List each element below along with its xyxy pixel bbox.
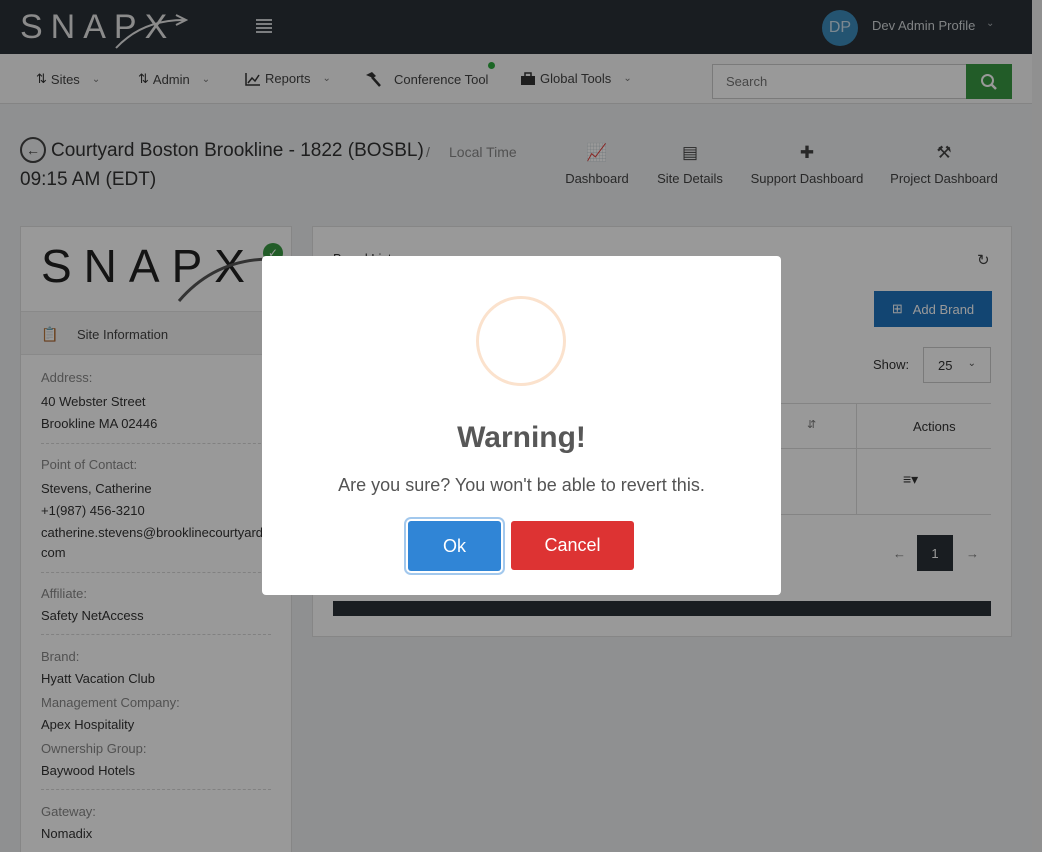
dialog-title: Warning! — [457, 421, 586, 454]
ok-button[interactable]: Ok — [408, 521, 501, 571]
dialog-message: Are you sure? You won't be able to rever… — [338, 475, 705, 495]
confirm-dialog: Warning! Are you sure? You won't be able… — [262, 256, 781, 595]
warning-icon — [476, 296, 566, 386]
cancel-button[interactable]: Cancel — [511, 521, 634, 570]
